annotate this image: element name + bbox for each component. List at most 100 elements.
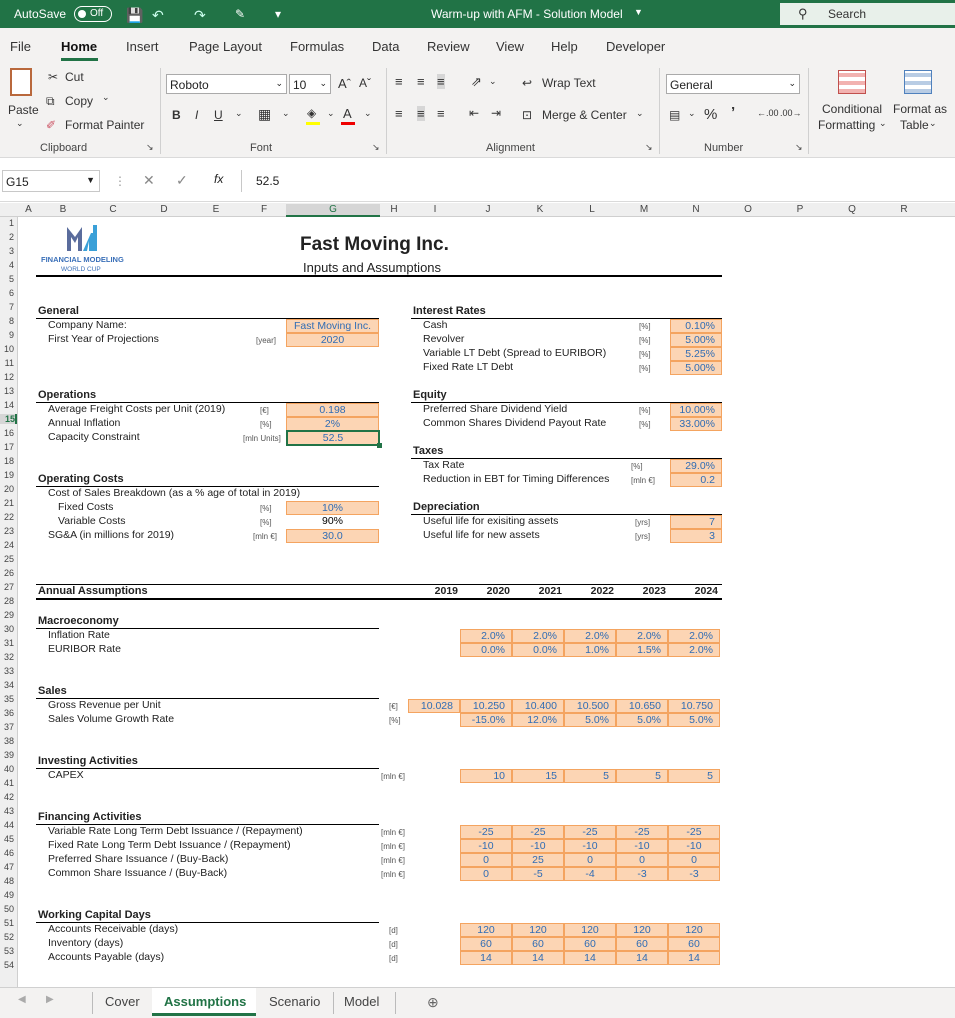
increase-indent-icon[interactable]: ⇥ <box>491 106 501 120</box>
paste-button[interactable]: Paste <box>8 103 39 117</box>
copy-button[interactable]: Copy <box>65 94 93 108</box>
taxes-item-input[interactable]: 0.2 <box>670 473 722 487</box>
freight-cost-input[interactable]: 0.198 <box>286 403 379 417</box>
increase-decimal-icon[interactable]: ←.00 <box>757 108 779 118</box>
menu-file[interactable]: File <box>10 39 31 54</box>
col-header-e[interactable]: E <box>190 204 242 215</box>
col-header-m[interactable]: M <box>618 204 670 215</box>
title-dropdown-icon[interactable]: ▼ <box>634 7 643 17</box>
gross-revenue-cell[interactable]: 10.500 <box>564 699 616 713</box>
taxes-item-input[interactable]: 29.0% <box>670 459 722 473</box>
row-header[interactable]: 37 <box>0 722 14 732</box>
financing-cell[interactable]: 0 <box>460 853 512 867</box>
fixed-costs-input[interactable]: 10% <box>286 501 379 515</box>
format-painter-icon[interactable]: ✐ <box>46 118 56 132</box>
financing-cell[interactable]: -10 <box>460 839 512 853</box>
col-header-f[interactable]: F <box>242 204 286 215</box>
cut-button[interactable]: Cut <box>65 70 84 84</box>
conditional-formatting-button[interactable]: Conditional <box>822 102 882 116</box>
row-header[interactable]: 19 <box>0 470 14 480</box>
sheet-tab-assumptions[interactable]: Assumptions <box>164 994 246 1009</box>
conditional-formatting-button-line2[interactable]: Formatting <box>818 118 875 132</box>
increase-font-icon[interactable]: Aˆ <box>338 76 351 91</box>
row-header[interactable]: 17 <box>0 442 14 452</box>
capacity-input-selected[interactable]: 52.5 <box>286 430 380 446</box>
align-left-icon[interactable]: ≡ <box>395 106 403 121</box>
col-header-p[interactable]: P <box>774 204 826 215</box>
italic-icon[interactable]: I <box>195 108 198 122</box>
row-header[interactable]: 40 <box>0 764 14 774</box>
col-header-q[interactable]: Q <box>826 204 878 215</box>
scroll-tabs-left-icon[interactable]: ◀ <box>18 994 26 1005</box>
underline-dropdown-icon[interactable]: ⌄ <box>235 108 243 119</box>
menu-formulas[interactable]: Formulas <box>290 39 344 54</box>
percent-style-icon[interactable]: % <box>704 106 717 123</box>
euribor-rate-cell[interactable]: 0.0% <box>460 643 512 657</box>
align-top-icon[interactable]: ≡ <box>395 74 403 89</box>
gross-revenue-2019-input[interactable]: 10.028 <box>408 699 460 713</box>
working-capital-cell[interactable]: 120 <box>512 923 564 937</box>
merge-center-dropdown-icon[interactable]: ⌄ <box>636 108 644 119</box>
working-capital-cell[interactable]: 14 <box>616 951 668 965</box>
sheet-tab-model[interactable]: Model <box>344 994 379 1009</box>
row-header[interactable]: 15 <box>0 414 17 424</box>
row-header[interactable]: 7 <box>0 302 14 312</box>
wrap-text-button[interactable]: Wrap Text <box>542 76 596 90</box>
gross-revenue-cell[interactable]: 10.750 <box>668 699 720 713</box>
company-name-input[interactable]: Fast Moving Inc. <box>286 319 379 333</box>
formula-input[interactable]: 52.5 <box>241 170 955 192</box>
undo-icon[interactable]: ↶ <box>152 7 164 24</box>
enter-icon[interactable]: ✓ <box>176 172 188 189</box>
working-capital-cell[interactable]: 120 <box>616 923 668 937</box>
financing-cell[interactable]: -10 <box>616 839 668 853</box>
financing-cell[interactable]: -25 <box>564 825 616 839</box>
row-header[interactable]: 38 <box>0 736 14 746</box>
font-launcher-icon[interactable]: ↘ <box>372 142 380 153</box>
paste-icon[interactable] <box>10 68 32 96</box>
col-header-o[interactable]: O <box>722 204 774 215</box>
align-right-icon[interactable]: ≡ <box>437 106 445 121</box>
paste-dropdown-icon[interactable]: ⌄ <box>16 118 24 129</box>
search-box[interactable]: ⚲ Search <box>780 3 955 25</box>
menu-page-layout[interactable]: Page Layout <box>189 39 262 54</box>
autosave-toggle[interactable]: Off <box>74 6 112 22</box>
row-header[interactable]: 26 <box>0 568 14 578</box>
menu-home[interactable]: Home <box>61 39 97 54</box>
financing-cell[interactable]: -25 <box>668 825 720 839</box>
working-capital-cell[interactable]: 60 <box>460 937 512 951</box>
row-header[interactable]: 49 <box>0 890 14 900</box>
row-header[interactable]: 47 <box>0 862 14 872</box>
cut-icon[interactable]: ✂ <box>48 70 58 84</box>
col-header-a[interactable]: A <box>19 204 38 215</box>
working-capital-cell[interactable]: 60 <box>512 937 564 951</box>
sheet-tab-cover[interactable]: Cover <box>105 994 140 1009</box>
col-header-b[interactable]: B <box>38 204 88 215</box>
format-painter-button[interactable]: Format Painter <box>65 118 144 132</box>
comma-style-icon[interactable]: ’ <box>731 104 735 121</box>
accounting-format-icon[interactable]: ▤ <box>669 108 680 122</box>
row-header[interactable]: 27 <box>0 582 14 592</box>
sales-growth-cell[interactable]: 5.0% <box>564 713 616 727</box>
row-header[interactable]: 9 <box>0 330 14 340</box>
row-header[interactable]: 6 <box>0 288 14 298</box>
financing-cell[interactable]: -3 <box>616 867 668 881</box>
col-header-c[interactable]: C <box>88 204 138 215</box>
row-header[interactable]: 8 <box>0 316 14 326</box>
row-header[interactable]: 36 <box>0 708 14 718</box>
clipboard-launcher-icon[interactable]: ↘ <box>146 142 154 153</box>
fill-handle[interactable] <box>377 443 382 448</box>
number-launcher-icon[interactable]: ↘ <box>795 142 803 153</box>
row-header[interactable]: 35 <box>0 694 14 704</box>
sga-input[interactable]: 30.0 <box>286 529 379 543</box>
row-header[interactable]: 54 <box>0 960 14 970</box>
menu-insert[interactable]: Insert <box>126 39 159 54</box>
orientation-dropdown-icon[interactable]: ⌄ <box>489 76 497 87</box>
menu-help[interactable]: Help <box>551 39 578 54</box>
inflation-rate-cell[interactable]: 2.0% <box>616 629 668 643</box>
menu-developer[interactable]: Developer <box>606 39 665 54</box>
highlight-icon[interactable]: ✎ <box>235 7 245 21</box>
sheet-tab-scenario[interactable]: Scenario <box>269 994 320 1009</box>
gross-revenue-cell[interactable]: 10.650 <box>616 699 668 713</box>
font-name-select[interactable]: Roboto ⌄ <box>166 74 287 94</box>
row-header[interactable]: 51 <box>0 918 14 928</box>
